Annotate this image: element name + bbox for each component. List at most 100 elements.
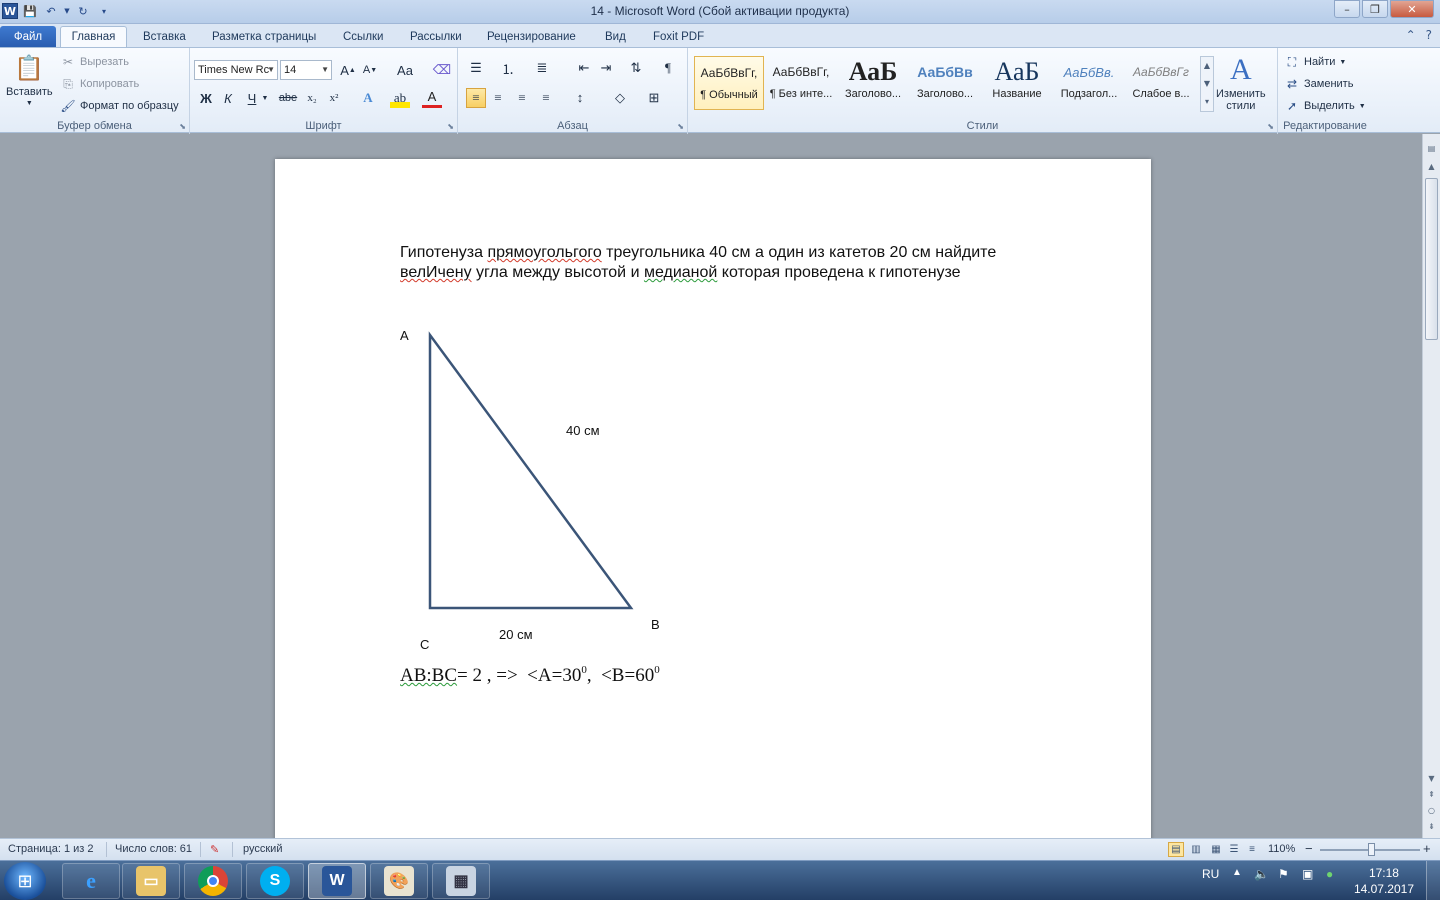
tab-references[interactable]: Ссылки	[335, 26, 392, 47]
superscript-button[interactable]: x²	[324, 88, 344, 108]
align-right-icon[interactable]: ≡	[512, 88, 532, 108]
input-language[interactable]: RU	[1202, 867, 1219, 881]
full-screen-reading-icon[interactable]: ▥	[1188, 842, 1204, 857]
help-icon[interactable]: ?	[1426, 28, 1432, 42]
update-icon[interactable]: ●	[1326, 867, 1333, 881]
sort-icon[interactable]: ⇅	[626, 58, 646, 78]
scroll-down-icon[interactable]: ▼	[1425, 772, 1438, 785]
underline-button[interactable]: Ч	[242, 88, 262, 108]
minimize-button[interactable]: –	[1334, 0, 1360, 18]
right-triangle-shape[interactable]	[428, 331, 634, 610]
justify-icon[interactable]: ≡	[536, 88, 556, 108]
zoom-level[interactable]: 110%	[1268, 843, 1295, 855]
numbering-icon[interactable]: ⒈	[498, 58, 518, 78]
taskbar-file-explorer[interactable]: ▭	[122, 863, 180, 899]
change-case-button[interactable]: Aa	[392, 60, 418, 80]
next-page-icon[interactable]: ⇟	[1425, 820, 1438, 833]
copy-button[interactable]: ⎘ Копировать	[60, 76, 139, 92]
underline-dropdown-icon[interactable]: ▼	[260, 88, 270, 108]
tab-mailings[interactable]: Рассылки	[402, 26, 470, 47]
print-layout-icon[interactable]: ▤	[1168, 842, 1184, 857]
borders-icon[interactable]: ⊞	[644, 88, 664, 108]
network-icon[interactable]: ▣	[1302, 867, 1313, 881]
taskbar-paint[interactable]: 🎨	[370, 863, 428, 899]
shading-icon[interactable]: ◇	[610, 88, 630, 108]
tab-insert[interactable]: Вставка	[135, 26, 194, 47]
outline-icon[interactable]: ☰	[1226, 842, 1242, 857]
style-title[interactable]: АаБ Название	[982, 56, 1052, 110]
find-button[interactable]: ⛶ Найти ▼	[1284, 54, 1347, 70]
align-center-icon[interactable]: ≡	[488, 88, 508, 108]
show-desktop-button[interactable]	[1426, 861, 1440, 900]
styles-launcher-icon[interactable]: ⬊	[1267, 122, 1274, 131]
cut-button[interactable]: ✂ Вырезать	[60, 54, 129, 70]
change-styles-button[interactable]: A Изменить стили	[1216, 52, 1266, 112]
zoom-in-button[interactable]: +	[1423, 841, 1431, 856]
tab-view[interactable]: Вид	[597, 26, 634, 47]
taskbar-word[interactable]: W	[308, 863, 366, 899]
show-formatting-icon[interactable]: ¶	[658, 58, 678, 78]
browse-object-icon[interactable]: ○	[1425, 804, 1438, 817]
vertical-scrollbar[interactable]: ▤ ▲ ▼ ⇞ ○ ⇟	[1422, 134, 1440, 838]
font-color-icon[interactable]: A	[422, 88, 442, 108]
scrollbar-thumb[interactable]	[1425, 178, 1438, 340]
decrease-indent-icon[interactable]: ⇤	[574, 58, 594, 78]
style-normal[interactable]: АаБбВвГг, ¶ Обычный	[694, 56, 764, 110]
grow-font-button[interactable]: A ▲	[338, 60, 358, 80]
system-clock[interactable]: 17:18 14.07.2017	[1354, 865, 1414, 897]
line-spacing-icon[interactable]: ↕	[570, 88, 590, 108]
paragraph-launcher-icon[interactable]: ⬊	[677, 122, 684, 131]
highlight-icon[interactable]: ab	[390, 88, 410, 108]
restore-button[interactable]: ❐	[1362, 0, 1388, 18]
minimize-ribbon-icon[interactable]: ⌃	[1406, 28, 1416, 42]
select-button[interactable]: ➚ Выделить ▼	[1284, 98, 1366, 114]
ruler-toggle-icon[interactable]: ▤	[1425, 142, 1438, 155]
tab-foxit-pdf[interactable]: Foxit PDF	[645, 26, 712, 47]
zoom-out-button[interactable]: −	[1305, 841, 1313, 856]
proofing-icon[interactable]: ✎	[210, 843, 219, 856]
tab-review[interactable]: Рецензирование	[479, 26, 584, 47]
taskbar-chrome[interactable]	[184, 863, 242, 899]
paste-button[interactable]: 📋 Вставить ▼	[6, 52, 53, 108]
document-page[interactable]: Гипотенуза прямоугольгого треугольника 4…	[275, 159, 1151, 838]
font-size-select[interactable]: 14 ▼	[280, 60, 332, 80]
strikethrough-button[interactable]: abe	[276, 88, 300, 108]
style-heading2[interactable]: АаБбВв Заголово...	[910, 56, 980, 110]
tab-file[interactable]: Файл	[0, 26, 56, 47]
start-button[interactable]: ⊞	[4, 862, 46, 900]
taskbar-calculator[interactable]: ▦	[432, 863, 490, 899]
language-indicator[interactable]: русский	[243, 843, 282, 855]
triangle-drawing[interactable]	[275, 159, 1151, 838]
volume-icon[interactable]: 🔈	[1254, 867, 1269, 881]
zoom-slider-thumb[interactable]	[1368, 843, 1375, 856]
web-layout-icon[interactable]: ▦	[1208, 842, 1224, 857]
word-count[interactable]: Число слов: 61	[115, 843, 192, 855]
show-hidden-icons[interactable]: ▲	[1232, 867, 1242, 878]
font-name-select[interactable]: Times New Rc ▼	[194, 60, 278, 80]
italic-button[interactable]: К	[218, 88, 238, 108]
styles-gallery-scroll[interactable]: ▲ ▼ ▾	[1200, 56, 1214, 112]
text-effects-icon[interactable]: A	[358, 88, 378, 108]
tab-home[interactable]: Главная	[60, 26, 127, 47]
format-painter-button[interactable]: 🖌 Формат по образцу	[60, 98, 178, 114]
align-left-icon[interactable]: ≡	[466, 88, 486, 108]
close-button[interactable]: ✕	[1390, 0, 1434, 18]
document-area[interactable]: Гипотенуза прямоугольгого треугольника 4…	[0, 134, 1422, 838]
draft-icon[interactable]: ≡	[1244, 842, 1260, 857]
replace-button[interactable]: ⇄ Заменить	[1284, 76, 1353, 92]
subscript-button[interactable]: x₂	[302, 88, 322, 108]
taskbar-skype[interactable]: S	[246, 863, 304, 899]
bold-button[interactable]: Ж	[196, 88, 216, 108]
page-indicator[interactable]: Страница: 1 из 2	[8, 843, 94, 855]
solution-formula[interactable]: AB:BC= 2 , => <A=300, <B=600	[400, 664, 660, 687]
multilevel-list-icon[interactable]: ≣	[532, 58, 552, 78]
taskbar-internet-explorer[interactable]: e	[62, 863, 120, 899]
action-center-icon[interactable]: ⚑	[1278, 867, 1289, 881]
font-launcher-icon[interactable]: ⬊	[447, 122, 454, 131]
previous-page-icon[interactable]: ⇞	[1425, 788, 1438, 801]
shrink-font-button[interactable]: A ▼	[360, 60, 380, 80]
style-no-spacing[interactable]: АаБбВвГг, ¶ Без инте...	[766, 56, 836, 110]
tab-page-layout[interactable]: Разметка страницы	[204, 26, 324, 47]
clear-formatting-icon[interactable]: ⌫	[432, 60, 452, 80]
increase-indent-icon[interactable]: ⇥	[596, 58, 616, 78]
